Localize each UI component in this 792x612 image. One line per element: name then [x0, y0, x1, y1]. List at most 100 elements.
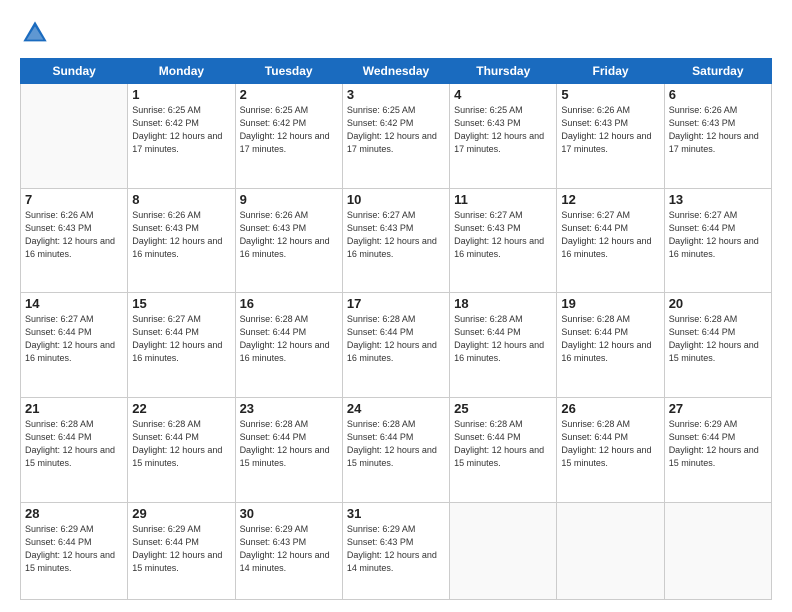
day-info: Sunrise: 6:28 AMSunset: 6:44 PMDaylight:… [240, 418, 338, 470]
day-number: 13 [669, 192, 767, 207]
day-number: 3 [347, 87, 445, 102]
logo [20, 18, 54, 48]
calendar-cell: 3 Sunrise: 6:25 AMSunset: 6:42 PMDaylight… [342, 84, 449, 189]
day-info: Sunrise: 6:26 AMSunset: 6:43 PMDaylight:… [669, 104, 767, 156]
calendar-cell [450, 502, 557, 599]
day-number: 1 [132, 87, 230, 102]
day-number: 10 [347, 192, 445, 207]
day-info: Sunrise: 6:29 AMSunset: 6:43 PMDaylight:… [240, 523, 338, 575]
day-number: 4 [454, 87, 552, 102]
calendar-cell: 2 Sunrise: 6:25 AMSunset: 6:42 PMDaylight… [235, 84, 342, 189]
day-number: 6 [669, 87, 767, 102]
calendar-cell: 25 Sunrise: 6:28 AMSunset: 6:44 PMDayligh… [450, 398, 557, 503]
calendar-cell: 26Sunrise: 6:28 AMSunset: 6:44 PMDayligh… [557, 398, 664, 503]
calendar-week-row: 28 Sunrise: 6:29 AMSunset: 6:44 PMDayligh… [21, 502, 772, 599]
day-number: 9 [240, 192, 338, 207]
calendar-week-row: 1 Sunrise: 6:25 AMSunset: 6:42 PMDaylight… [21, 84, 772, 189]
day-info: Sunrise: 6:25 AMSunset: 6:42 PMDaylight:… [240, 104, 338, 156]
calendar-cell [664, 502, 771, 599]
calendar-cell: 31 Sunrise: 6:29 AMSunset: 6:43 PMDayligh… [342, 502, 449, 599]
calendar-cell: 20 Sunrise: 6:28 AMSunset: 6:44 PMDayligh… [664, 293, 771, 398]
header [20, 18, 772, 48]
day-info: Sunrise: 6:29 AMSunset: 6:44 PMDaylight:… [669, 418, 767, 470]
column-header-wednesday: Wednesday [342, 59, 449, 84]
calendar-cell [21, 84, 128, 189]
calendar-cell: 27 Sunrise: 6:29 AMSunset: 6:44 PMDayligh… [664, 398, 771, 503]
day-number: 31 [347, 506, 445, 521]
calendar-cell: 23 Sunrise: 6:28 AMSunset: 6:44 PMDayligh… [235, 398, 342, 503]
calendar-cell: 16Sunrise: 6:28 AMSunset: 6:44 PMDayligh… [235, 293, 342, 398]
calendar-cell: 9 Sunrise: 6:26 AMSunset: 6:43 PMDaylight… [235, 188, 342, 293]
calendar-cell: 18 Sunrise: 6:28 AMSunset: 6:44 PMDayligh… [450, 293, 557, 398]
day-number: 20 [669, 296, 767, 311]
day-info: Sunrise: 6:29 AMSunset: 6:43 PMDaylight:… [347, 523, 445, 575]
calendar-body: 1 Sunrise: 6:25 AMSunset: 6:42 PMDaylight… [21, 84, 772, 600]
day-number: 8 [132, 192, 230, 207]
day-info: Sunrise: 6:26 AMSunset: 6:43 PMDaylight:… [561, 104, 659, 156]
day-info: Sunrise: 6:28 AMSunset: 6:44 PMDaylight:… [454, 313, 552, 365]
column-header-friday: Friday [557, 59, 664, 84]
calendar-week-row: 14Sunrise: 6:27 AMSunset: 6:44 PMDayligh… [21, 293, 772, 398]
day-info: Sunrise: 6:28 AMSunset: 6:44 PMDaylight:… [347, 418, 445, 470]
calendar-cell: 17 Sunrise: 6:28 AMSunset: 6:44 PMDayligh… [342, 293, 449, 398]
day-number: 28 [25, 506, 123, 521]
day-number: 18 [454, 296, 552, 311]
day-info: Sunrise: 6:27 AMSunset: 6:44 PMDaylight:… [669, 209, 767, 261]
day-number: 22 [132, 401, 230, 416]
day-number: 21 [25, 401, 123, 416]
day-info: Sunrise: 6:26 AMSunset: 6:43 PMDaylight:… [240, 209, 338, 261]
day-number: 24 [347, 401, 445, 416]
calendar-cell: 13 Sunrise: 6:27 AMSunset: 6:44 PMDayligh… [664, 188, 771, 293]
day-number: 16 [240, 296, 338, 311]
calendar-cell: 6 Sunrise: 6:26 AMSunset: 6:43 PMDaylight… [664, 84, 771, 189]
day-number: 23 [240, 401, 338, 416]
calendar-cell: 4 Sunrise: 6:25 AMSunset: 6:43 PMDaylight… [450, 84, 557, 189]
calendar-cell: 28 Sunrise: 6:29 AMSunset: 6:44 PMDayligh… [21, 502, 128, 599]
calendar-cell: 21 Sunrise: 6:28 AMSunset: 6:44 PMDayligh… [21, 398, 128, 503]
day-info: Sunrise: 6:25 AMSunset: 6:42 PMDaylight:… [347, 104, 445, 156]
day-info: Sunrise: 6:27 AMSunset: 6:44 PMDaylight:… [561, 209, 659, 261]
day-info: Sunrise: 6:27 AMSunset: 6:43 PMDaylight:… [347, 209, 445, 261]
day-number: 7 [25, 192, 123, 207]
day-number: 19 [561, 296, 659, 311]
day-number: 12 [561, 192, 659, 207]
day-number: 11 [454, 192, 552, 207]
calendar-cell: 12 Sunrise: 6:27 AMSunset: 6:44 PMDayligh… [557, 188, 664, 293]
day-number: 2 [240, 87, 338, 102]
day-info: Sunrise: 6:25 AMSunset: 6:42 PMDaylight:… [132, 104, 230, 156]
day-info: Sunrise: 6:27 AMSunset: 6:44 PMDaylight:… [25, 313, 123, 365]
column-header-sunday: Sunday [21, 59, 128, 84]
column-header-tuesday: Tuesday [235, 59, 342, 84]
day-info: Sunrise: 6:27 AMSunset: 6:44 PMDaylight:… [132, 313, 230, 365]
calendar-cell: 24 Sunrise: 6:28 AMSunset: 6:44 PMDayligh… [342, 398, 449, 503]
column-header-thursday: Thursday [450, 59, 557, 84]
day-info: Sunrise: 6:28 AMSunset: 6:44 PMDaylight:… [25, 418, 123, 470]
page: SundayMondayTuesdayWednesdayThursdayFrid… [0, 0, 792, 612]
day-info: Sunrise: 6:26 AMSunset: 6:43 PMDaylight:… [25, 209, 123, 261]
calendar-cell: 7 Sunrise: 6:26 AMSunset: 6:43 PMDaylight… [21, 188, 128, 293]
calendar-cell: 14Sunrise: 6:27 AMSunset: 6:44 PMDayligh… [21, 293, 128, 398]
day-number: 25 [454, 401, 552, 416]
day-info: Sunrise: 6:28 AMSunset: 6:44 PMDaylight:… [561, 418, 659, 470]
day-info: Sunrise: 6:28 AMSunset: 6:44 PMDaylight:… [454, 418, 552, 470]
day-info: Sunrise: 6:28 AMSunset: 6:44 PMDaylight:… [669, 313, 767, 365]
day-number: 5 [561, 87, 659, 102]
day-info: Sunrise: 6:25 AMSunset: 6:43 PMDaylight:… [454, 104, 552, 156]
day-number: 27 [669, 401, 767, 416]
calendar-week-row: 21 Sunrise: 6:28 AMSunset: 6:44 PMDayligh… [21, 398, 772, 503]
calendar-cell: 19Sunrise: 6:28 AMSunset: 6:44 PMDayligh… [557, 293, 664, 398]
column-header-monday: Monday [128, 59, 235, 84]
calendar-cell: 30Sunrise: 6:29 AMSunset: 6:43 PMDayligh… [235, 502, 342, 599]
day-info: Sunrise: 6:29 AMSunset: 6:44 PMDaylight:… [25, 523, 123, 575]
calendar-cell: 11Sunrise: 6:27 AMSunset: 6:43 PMDayligh… [450, 188, 557, 293]
calendar-cell: 29Sunrise: 6:29 AMSunset: 6:44 PMDayligh… [128, 502, 235, 599]
calendar-cell: 1 Sunrise: 6:25 AMSunset: 6:42 PMDaylight… [128, 84, 235, 189]
day-number: 29 [132, 506, 230, 521]
day-number: 15 [132, 296, 230, 311]
calendar-cell [557, 502, 664, 599]
day-info: Sunrise: 6:28 AMSunset: 6:44 PMDaylight:… [132, 418, 230, 470]
calendar-week-row: 7 Sunrise: 6:26 AMSunset: 6:43 PMDaylight… [21, 188, 772, 293]
day-info: Sunrise: 6:28 AMSunset: 6:44 PMDaylight:… [347, 313, 445, 365]
day-number: 17 [347, 296, 445, 311]
column-header-saturday: Saturday [664, 59, 771, 84]
